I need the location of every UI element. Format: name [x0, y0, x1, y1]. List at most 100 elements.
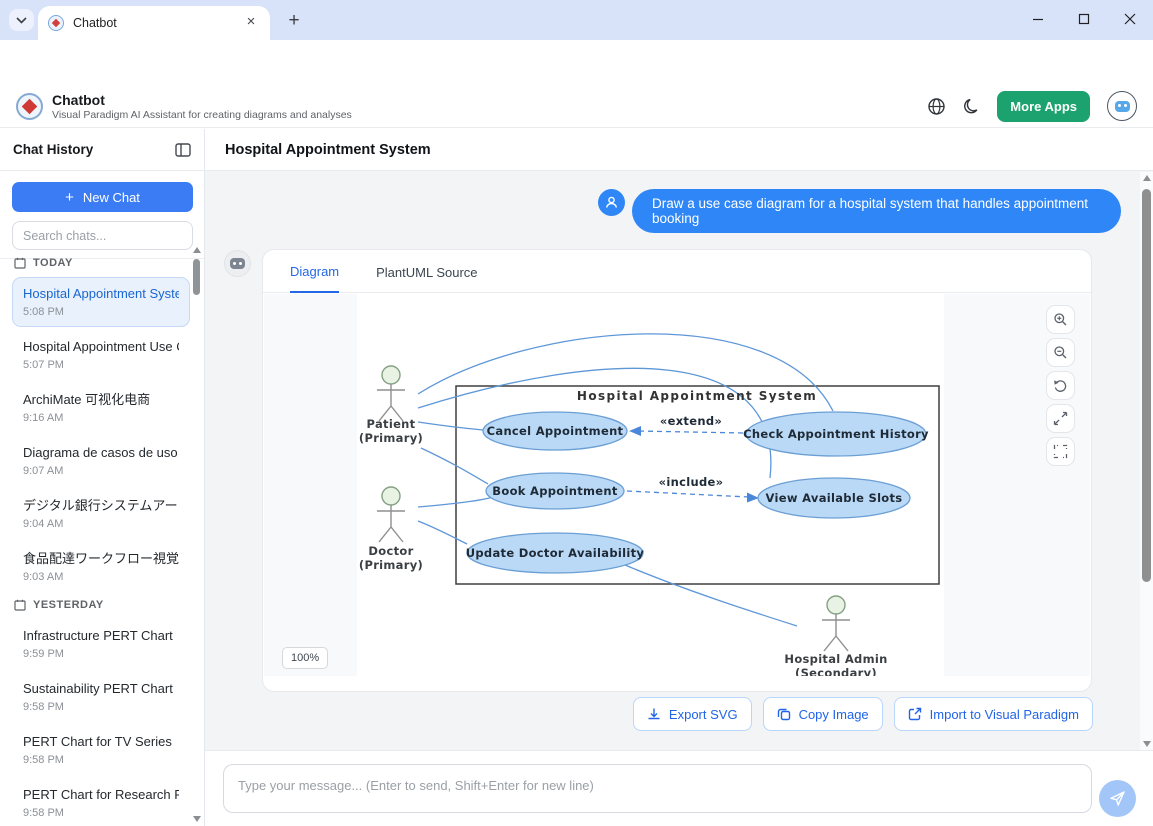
language-globe-icon[interactable]: [927, 97, 946, 116]
rotate-ccw-icon: [1053, 378, 1068, 393]
chat-area: Draw a use case diagram for a hospital s…: [205, 172, 1153, 750]
sidebar-title: Chat History: [13, 142, 93, 157]
chat-history-item[interactable]: PERT Chart for Research Proj... 9:58 PM: [12, 778, 190, 826]
maximize-icon: [1078, 13, 1090, 25]
send-plane-icon: [1109, 790, 1126, 807]
app-header: Chatbot Visual Paradigm AI Assistant for…: [0, 85, 1153, 128]
reset-view-button[interactable]: [1046, 371, 1075, 400]
zoom-in-button[interactable]: [1046, 305, 1075, 334]
diagram-canvas: Hospital Appointment System Cancel Appoi…: [357, 294, 944, 676]
copy-image-button[interactable]: Copy Image: [763, 697, 883, 731]
main-header: Hospital Appointment System: [205, 129, 1153, 171]
use-case-label: Update Doctor Availability: [466, 546, 645, 560]
scrollbar-thumb[interactable]: [193, 259, 200, 295]
export-svg-button[interactable]: Export SVG: [633, 697, 752, 731]
browser-tabstrip: Chatbot × +: [0, 0, 1153, 40]
zoom-level-badge: 100%: [282, 647, 328, 669]
user-message-bubble: Draw a use case diagram for a hospital s…: [632, 189, 1121, 233]
chat-history-item[interactable]: Infrastructure PERT Chart 9:59 PM: [12, 619, 190, 669]
chat-history-item[interactable]: Sustainability PERT Chart 9:58 PM: [12, 672, 190, 722]
tab-close-icon[interactable]: ×: [242, 14, 260, 32]
app-title: Chatbot: [52, 92, 352, 108]
new-tab-button[interactable]: +: [282, 9, 306, 33]
message-input[interactable]: [223, 764, 1092, 813]
message-input-bar: [205, 750, 1153, 826]
fit-to-screen-button[interactable]: [1046, 404, 1075, 433]
tab-title: Chatbot: [73, 16, 242, 30]
chat-history-item[interactable]: デジタル銀行システムアーキ... 9:04 AM: [12, 489, 190, 539]
scrollbar-thumb[interactable]: [1142, 189, 1151, 582]
person-icon: [604, 195, 619, 210]
app-logo: [16, 93, 43, 120]
new-chat-button[interactable]: + New Chat: [12, 182, 193, 212]
copy-icon: [777, 707, 791, 721]
zoom-in-icon: [1053, 312, 1068, 327]
chat-history-item[interactable]: PERT Chart for TV Series 9:58 PM: [12, 725, 190, 775]
use-case-label: Book Appointment: [492, 484, 618, 498]
window-maximize-button[interactable]: [1061, 0, 1107, 38]
app-titles: Chatbot Visual Paradigm AI Assistant for…: [52, 92, 352, 121]
fullscreen-brackets-icon: [1053, 444, 1068, 459]
plus-icon: +: [65, 189, 74, 206]
chat-history-list: TODAY Hospital Appointment System 5:08 P…: [0, 242, 204, 826]
actor-name: Doctor: [368, 544, 413, 558]
main-scrollbar[interactable]: [1140, 172, 1153, 750]
download-icon: [647, 707, 661, 721]
chat-history-item[interactable]: Hospital Appointment System 5:08 PM: [12, 277, 190, 327]
diagram-zoom-controls: [1046, 305, 1075, 466]
page-title: Hospital Appointment System: [225, 142, 431, 158]
include-stereotype: «include»: [659, 475, 724, 489]
actor-name: Patient: [367, 417, 416, 431]
main-area: Hospital Appointment System Draw a use c…: [205, 129, 1153, 826]
zoom-out-button[interactable]: [1046, 338, 1075, 367]
scroll-up-arrow[interactable]: [1143, 175, 1151, 181]
section-header-yesterday: YESTERDAY: [14, 599, 188, 611]
collapse-panel-icon[interactable]: [175, 143, 191, 157]
dark-mode-moon-icon[interactable]: [963, 98, 980, 115]
scroll-down-arrow[interactable]: [193, 816, 201, 822]
minimize-icon: [1032, 13, 1044, 25]
expand-arrows-icon: [1053, 411, 1068, 426]
use-case-label: View Available Slots: [766, 491, 903, 505]
tab-search-button[interactable]: [9, 9, 34, 31]
section-header-today: TODAY: [14, 257, 188, 269]
chatbot-avatar-icon[interactable]: [1107, 91, 1137, 121]
browser-window: Chatbot × + ai-toolbox.visual-paradigm.c…: [0, 0, 1153, 826]
tab-diagram[interactable]: Diagram: [290, 264, 339, 293]
browser-tab[interactable]: Chatbot ×: [38, 6, 270, 40]
use-case-label: Check Appointment History: [743, 427, 929, 441]
actor-role: (Primary): [359, 431, 423, 445]
scroll-up-arrow[interactable]: [193, 247, 201, 253]
fullscreen-button[interactable]: [1046, 437, 1075, 466]
send-button[interactable]: [1099, 780, 1136, 817]
chat-history-item[interactable]: 食品配達ワークフロー視覚化 9:03 AM: [12, 542, 190, 592]
assistant-avatar: [224, 250, 251, 277]
diagram-card: Diagram PlantUML Source: [262, 249, 1092, 692]
app-subtitle: Visual Paradigm AI Assistant for creatin…: [52, 109, 352, 121]
chevron-down-icon: [16, 17, 27, 24]
window-close-button[interactable]: [1107, 0, 1153, 38]
use-case-label: Cancel Appointment: [487, 424, 624, 438]
chat-history-item[interactable]: Hospital Appointment Use C... 5:07 PM: [12, 330, 190, 380]
diagram-tabs: Diagram PlantUML Source: [263, 250, 1091, 293]
scroll-down-arrow[interactable]: [1143, 741, 1151, 747]
system-title: Hospital Appointment System: [577, 389, 817, 403]
tab-plantuml-source[interactable]: PlantUML Source: [376, 265, 477, 292]
extend-stereotype: «extend»: [660, 414, 722, 428]
zoom-out-icon: [1053, 345, 1068, 360]
actor-role: (Primary): [359, 558, 423, 572]
browser-toolbar: ai-toolbox.visual-paradigm.com/app/chatb…: [0, 40, 1153, 85]
user-avatar: [598, 189, 625, 216]
chat-history-item[interactable]: ArchiMate 可视化电商 9:16 AM: [12, 383, 190, 433]
new-chat-label: New Chat: [83, 190, 140, 205]
diagram-actions: Export SVG Copy Image Import to Visual P…: [633, 697, 1093, 731]
diagram-viewport[interactable]: Hospital Appointment System Cancel Appoi…: [264, 294, 1090, 676]
actor-name: Hospital Admin: [784, 652, 887, 666]
sidebar-scrollbar[interactable]: [192, 247, 202, 824]
chat-history-item[interactable]: Diagrama de casos de uso bi... 9:07 AM: [12, 436, 190, 486]
calendar-icon: [14, 257, 26, 269]
import-to-visual-paradigm-button[interactable]: Import to Visual Paradigm: [894, 697, 1093, 731]
close-icon: [1124, 13, 1136, 25]
window-minimize-button[interactable]: [1015, 0, 1061, 38]
more-apps-button[interactable]: More Apps: [997, 91, 1090, 122]
